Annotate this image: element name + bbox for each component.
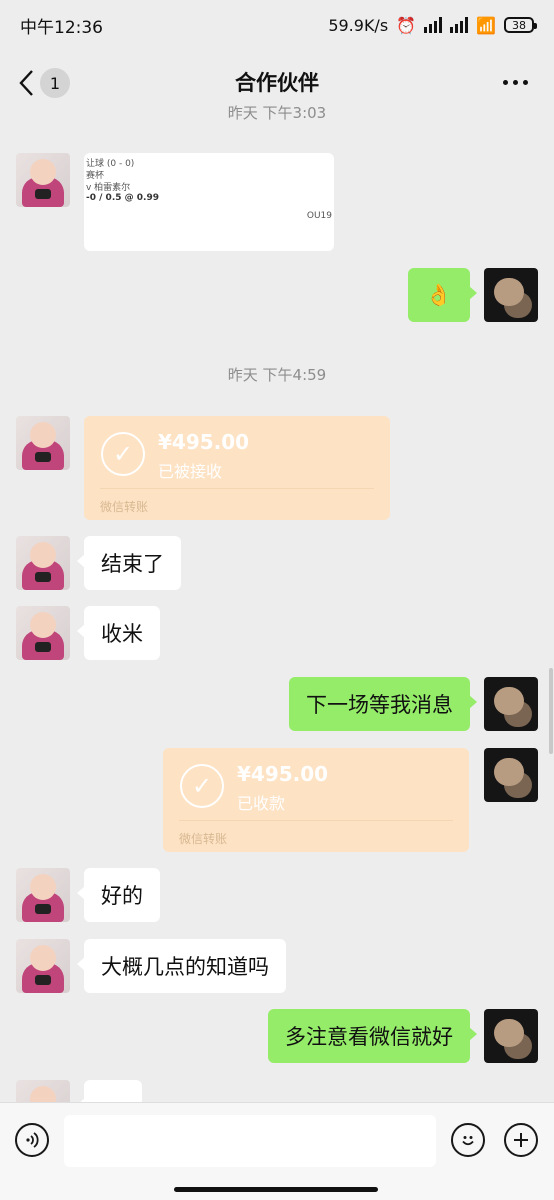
transfer-status: 已被接收	[158, 462, 223, 481]
text-message[interactable]: 好的	[77, 868, 160, 922]
status-icons: 59.9K/s ⏰ 📶 38	[328, 15, 537, 35]
check-icon: ✓	[101, 432, 145, 476]
text-message[interactable]: 大概几点的知道吗	[77, 939, 286, 993]
home-indicator[interactable]	[174, 1187, 378, 1192]
unread-badge: 1	[40, 68, 70, 98]
card-odds: -0 / 0.5 @ 0.99	[86, 193, 159, 203]
transfer-footer: 微信转账	[179, 832, 228, 846]
avatar-partner[interactable]	[16, 606, 70, 660]
card-line: v 柏雷素尔	[86, 183, 131, 193]
text-message-partial[interactable]	[77, 1080, 142, 1102]
signal-icon	[424, 17, 443, 33]
emoji-message[interactable]: 👌	[408, 268, 477, 322]
text-message[interactable]: 结束了	[77, 536, 181, 590]
more-dot-icon	[513, 80, 518, 85]
plus-icon	[514, 1133, 528, 1147]
card-code: OU19	[306, 211, 332, 221]
input-bar	[0, 1102, 554, 1200]
transfer-amount: ¥495.00	[237, 762, 329, 786]
battery-icon: 38	[504, 17, 537, 33]
text-message[interactable]: 下一场等我消息	[289, 677, 477, 731]
more-button[interactable]	[503, 80, 528, 85]
status-bar: 中午12:36 59.9K/s ⏰ 📶 38	[0, 0, 554, 50]
voice-icon	[26, 1132, 39, 1148]
message-input[interactable]	[64, 1115, 436, 1167]
battery-level: 38	[512, 18, 526, 32]
avatar-partner[interactable]	[16, 868, 70, 922]
avatar-partner[interactable]	[16, 416, 70, 470]
check-icon: ✓	[180, 764, 224, 808]
avatar-partner[interactable]	[16, 153, 70, 207]
timestamp: 昨天 下午3:03	[227, 104, 327, 122]
transfer-amount: ¥495.00	[158, 430, 250, 454]
net-speed: 59.9K/s	[328, 15, 389, 35]
transfer-footer: 微信转账	[100, 500, 149, 514]
signal-icon-2	[450, 17, 469, 33]
transfer-received-card[interactable]: ✓ ¥495.00 已被接收 微信转账	[84, 416, 390, 520]
back-button[interactable]: 1	[18, 68, 72, 98]
avatar-partner[interactable]	[16, 1080, 70, 1102]
chat-title: 合作伙伴	[235, 71, 319, 95]
divider	[100, 488, 374, 489]
timestamp: 昨天 下午4:59	[227, 366, 327, 384]
divider	[179, 820, 453, 821]
shared-card-message[interactable]: 让球 (0 - 0) 赛杯 v 柏雷素尔 -0 / 0.5 @ 0.99 OU1…	[84, 153, 334, 251]
text-message[interactable]: 收米	[77, 606, 160, 660]
more-dot-icon	[503, 80, 508, 85]
message-list[interactable]: 昨天 下午3:03 让球 (0 - 0) 赛杯 v 柏雷素尔 -0 / 0.5 …	[0, 100, 554, 1102]
avatar-me[interactable]	[484, 748, 538, 802]
emoji-button[interactable]	[451, 1123, 485, 1157]
avatar-me[interactable]	[484, 268, 538, 322]
wifi-icon: 📶	[476, 15, 496, 35]
status-time: 中午12:36	[20, 17, 103, 38]
avatar-me[interactable]	[484, 1009, 538, 1063]
scrollbar[interactable]	[549, 668, 553, 754]
transfer-status: 已收款	[237, 794, 286, 813]
transfer-collected-card[interactable]: ✓ ¥495.00 已收款 微信转账	[163, 748, 469, 852]
text-message[interactable]: 多注意看微信就好	[268, 1009, 477, 1063]
emoji-icon	[462, 1136, 474, 1146]
more-dot-icon	[523, 80, 528, 85]
avatar-partner[interactable]	[16, 536, 70, 590]
plus-button[interactable]	[504, 1123, 538, 1157]
alarm-icon: ⏰	[396, 15, 417, 35]
voice-button[interactable]	[15, 1123, 49, 1157]
chevron-left-icon	[19, 70, 33, 96]
avatar-me[interactable]	[484, 677, 538, 731]
avatar-partner[interactable]	[16, 939, 70, 993]
ok-hand-icon: 👌	[425, 282, 453, 307]
